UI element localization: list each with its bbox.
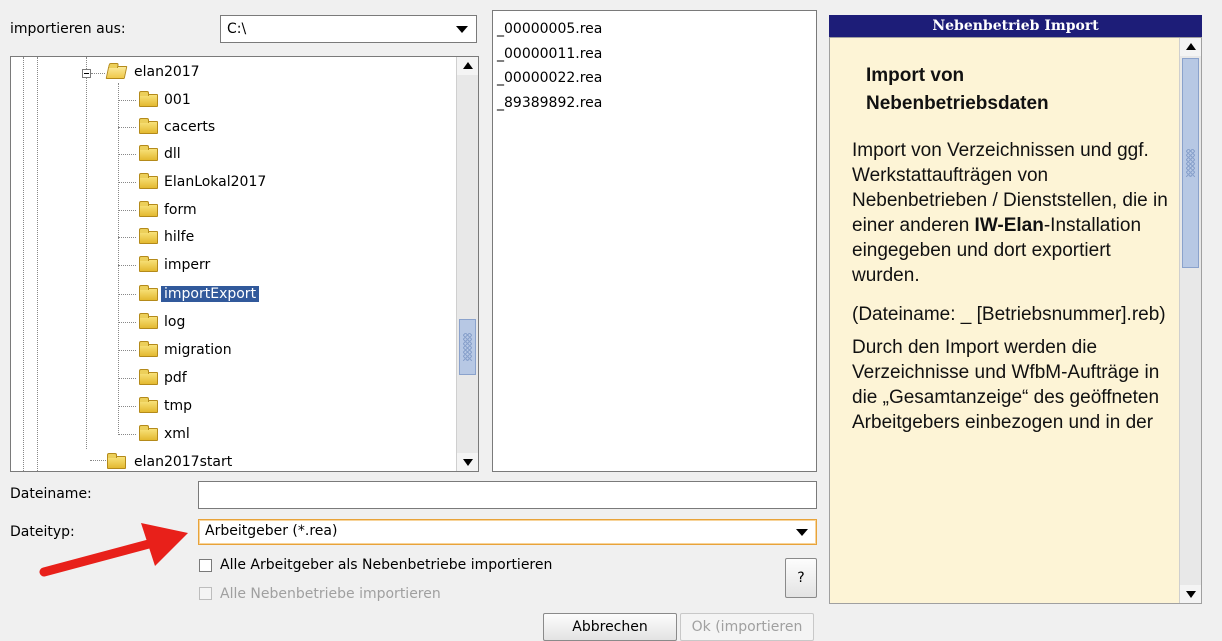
tree-item-label: pdf (164, 370, 187, 386)
filetype-select[interactable]: Arbeitgeber (*.rea) (198, 519, 817, 545)
tree-item-label: form (164, 202, 197, 218)
scroll-down-icon[interactable] (1180, 585, 1201, 603)
info-title-line: Import von (866, 65, 965, 86)
tree-item-label: hilfe (164, 229, 195, 245)
info-scroll-thumb[interactable] (1182, 58, 1199, 268)
folder-icon (139, 228, 158, 244)
scroll-down-icon[interactable] (457, 453, 478, 471)
red-arrow-annotation (39, 523, 188, 577)
tree-item-label: importExport (159, 285, 261, 303)
folder-icon (139, 256, 158, 272)
chevron-down-icon[interactable] (796, 529, 808, 536)
folder-icon (139, 313, 158, 329)
tree-branch-line (118, 265, 136, 266)
tree-branch-line (118, 100, 136, 101)
import-all-branches-label: Alle Nebenbetriebe importieren (220, 586, 441, 602)
folder-icon (139, 91, 158, 107)
info-paragraph: Durch den Import werden die Verzeichniss… (852, 337, 1160, 433)
info-text-bold: IW-Elan (974, 215, 1044, 236)
filename-input[interactable] (198, 481, 817, 509)
tree-branch-line (118, 406, 136, 407)
folder-icon (139, 201, 158, 217)
tree-item-label: 001 (164, 92, 191, 108)
info-title-line: Nebenbetriebsdaten (866, 93, 1049, 114)
tree-scroll-thumb[interactable] (459, 319, 476, 375)
tree-branch-line (118, 127, 136, 128)
import-all-employers-checkbox[interactable] (199, 559, 212, 572)
cancel-button[interactable]: Abbrechen (543, 613, 677, 641)
tree-branch-line (118, 350, 136, 351)
tree-item-label: migration (164, 342, 232, 358)
info-content: Import von Nebenbetriebsdaten Import von… (852, 62, 1168, 435)
tree-branch-line (118, 434, 136, 435)
tree-branch-line (118, 294, 136, 295)
import-from-label: importieren aus: (10, 21, 126, 37)
tree-guide-line (90, 460, 108, 461)
tree-item-label: cacerts (164, 119, 216, 135)
tree-guide-line (23, 57, 24, 471)
chevron-down-icon[interactable] (456, 26, 468, 33)
info-paragraph: Import von Verzeichnissen und ggf. Werks… (852, 138, 1168, 288)
ok-import-button[interactable]: Ok (importieren (680, 613, 814, 641)
tree-item-label: elan2017start (134, 454, 233, 470)
tree-item-label: tmp (164, 398, 193, 414)
info-paragraph: (Dateiname: _ [Betriebsnummer].reb) (852, 304, 1166, 325)
tree-scrollbar[interactable] (456, 57, 478, 471)
tree-branch-line (118, 210, 136, 211)
file-item[interactable]: _89389892.rea (497, 95, 602, 111)
folder-icon (139, 341, 158, 357)
tree-branch-line (118, 237, 136, 238)
import-all-employers-label: Alle Arbeitgeber als Nebenbetriebe impor… (220, 557, 553, 573)
tree-branch-line (118, 182, 136, 183)
tree-guide-line (37, 57, 38, 471)
info-title: Import von Nebenbetriebsdaten (866, 62, 1168, 118)
collapse-icon[interactable] (82, 69, 91, 78)
help-button[interactable]: ? (785, 558, 817, 598)
file-item[interactable]: _00000011.rea (497, 46, 602, 62)
tree-guide-line (118, 83, 119, 435)
folder-tree[interactable]: elan2017 001 cacerts dll ElanLokal2017 f… (10, 56, 479, 472)
tree-item-label: log (164, 314, 186, 330)
info-panel[interactable]: Import von Nebenbetriebsdaten Import von… (829, 37, 1202, 604)
folder-icon (139, 145, 158, 161)
drive-select[interactable]: C:\ (220, 15, 477, 43)
tree-branch-line (118, 154, 136, 155)
filetype-select-value: Arbeitgeber (*.rea) (205, 523, 338, 539)
file-item[interactable]: _00000022.rea (497, 70, 602, 86)
folder-open-icon (105, 66, 128, 79)
file-item[interactable]: _00000005.rea (497, 21, 602, 37)
tree-item-label: elan2017 (134, 64, 200, 80)
tree-item-label: dll (164, 146, 181, 162)
file-list[interactable]: _00000005.rea _00000011.rea _00000022.re… (492, 10, 817, 472)
grip-icon (463, 333, 472, 361)
folder-icon (139, 285, 158, 301)
grip-icon (1186, 149, 1195, 177)
folder-icon (139, 118, 158, 134)
folder-icon (139, 369, 158, 385)
folder-icon (139, 173, 158, 189)
folder-icon (139, 397, 158, 413)
tree-guide-line (86, 57, 87, 449)
tree-item-label: xml (164, 426, 190, 442)
folder-icon (107, 453, 126, 469)
tree-branch-line (118, 378, 136, 379)
tree-guide-line (91, 73, 105, 74)
info-header: Nebenbetrieb Import (829, 15, 1202, 37)
scroll-up-icon[interactable] (1180, 38, 1201, 56)
folder-icon (139, 425, 158, 441)
info-scrollbar[interactable] (1179, 38, 1201, 603)
filename-label: Dateiname: (10, 486, 92, 502)
tree-item-label: imperr (164, 257, 211, 273)
tree-branch-line (118, 322, 136, 323)
import-all-branches-checkbox[interactable] (199, 587, 212, 600)
drive-select-value: C:\ (227, 21, 247, 37)
scroll-up-icon[interactable] (457, 57, 478, 75)
tree-item-label: ElanLokal2017 (164, 174, 267, 190)
